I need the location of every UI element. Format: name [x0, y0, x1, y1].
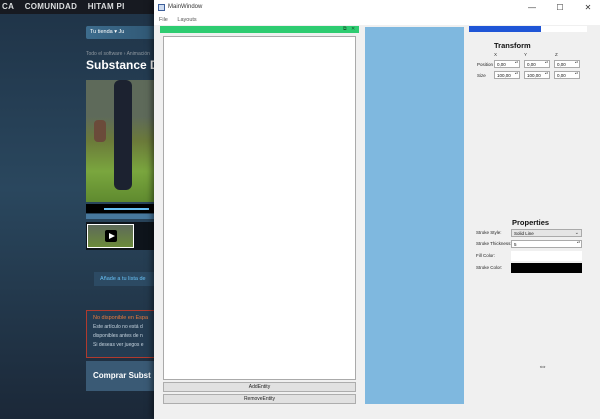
trailer-video[interactable] — [86, 80, 156, 202]
position-y-spinbox[interactable]: 0,00 — [524, 60, 550, 68]
inspector-dock-title-bar[interactable] — [469, 26, 587, 32]
add-to-wishlist-button[interactable]: Añade a tu lista de — [94, 272, 156, 286]
title-bar[interactable]: MainWindow — ☐ ✕ — [154, 0, 600, 16]
axis-label-z: Z — [555, 52, 558, 57]
size-label: Size — [477, 73, 486, 78]
transform-heading: Transform — [494, 41, 531, 50]
main-window: MainWindow — ☐ ✕ File Layouts ⧉ ✕ AddEnt… — [154, 0, 600, 419]
entity-list[interactable] — [163, 36, 356, 380]
axis-label-x: X — [494, 52, 498, 57]
fill-color-swatch[interactable] — [511, 251, 582, 261]
close-button[interactable]: ✕ — [578, 2, 598, 14]
scene-viewport[interactable] — [365, 27, 464, 404]
remove-entity-button[interactable]: RemoveEntity — [163, 394, 356, 404]
video-controls[interactable] — [86, 204, 156, 213]
menu-layouts[interactable]: Layouts — [177, 17, 196, 23]
volume-slider[interactable] — [104, 208, 149, 210]
app-icon — [158, 4, 165, 11]
stroke-thickness-spinbox[interactable]: 5 — [511, 240, 582, 248]
dock-title-highlight — [469, 26, 541, 32]
stroke-style-label: Stroke Style: — [476, 230, 502, 235]
play-icon — [105, 230, 117, 242]
nav-item-comunidad[interactable]: COMUNIDAD — [25, 2, 77, 11]
video-frame-dog — [94, 120, 106, 142]
nav-item-ca[interactable]: CA — [2, 2, 14, 11]
menu-bar: File Layouts — [154, 16, 600, 25]
close-icon[interactable]: ✕ — [351, 26, 355, 32]
window-title: MainWindow — [168, 4, 203, 10]
position-x-spinbox[interactable]: 0,00 — [494, 60, 520, 68]
media-thumbnail-strip[interactable] — [86, 222, 156, 250]
float-icon[interactable]: ⧉ — [343, 26, 347, 32]
axis-label-y: Y — [524, 52, 528, 57]
add-entity-button[interactable]: AddEntity — [163, 382, 356, 392]
size-z-spinbox[interactable]: 0,00 — [554, 71, 580, 79]
resize-cursor-icon: ⇔ — [538, 361, 547, 371]
buy-section-title: Comprar Subst — [86, 361, 156, 391]
stroke-color-label: Stroke Color: — [476, 265, 503, 270]
position-z-spinbox[interactable]: 0,00 — [554, 60, 580, 68]
size-y-spinbox[interactable]: 100,00 — [524, 71, 550, 79]
chevron-down-icon: ⌄ — [574, 230, 579, 236]
notice-line: Si deseas ver juegos e — [93, 342, 144, 348]
notice-line: disponibles antes de n — [93, 333, 143, 339]
region-notice: No disponible en Espa Este artículo no e… — [86, 310, 156, 358]
video-frame-person — [114, 80, 132, 190]
stroke-style-value: Solid Line — [514, 231, 534, 236]
entity-dock-title-bar[interactable]: ⧉ ✕ — [160, 26, 359, 33]
stroke-color-swatch[interactable] — [511, 263, 582, 273]
minimize-button[interactable]: — — [522, 2, 542, 14]
stroke-style-dropdown[interactable]: Solid Line ⌄ — [511, 229, 582, 237]
breadcrumb[interactable]: Todo el software › Animación — [86, 51, 150, 57]
position-label: Position — [477, 62, 494, 67]
properties-heading: Properties — [512, 218, 550, 227]
maximize-button[interactable]: ☐ — [550, 2, 570, 14]
size-x-spinbox[interactable]: 100,00 — [494, 71, 520, 79]
video-progress-bar[interactable] — [86, 214, 156, 219]
thumbnail-video[interactable] — [87, 224, 134, 248]
fill-color-label: Fill Color: — [476, 253, 496, 258]
nav-item-username[interactable]: HITAM PI — [88, 2, 125, 11]
menu-file[interactable]: File — [159, 17, 168, 23]
notice-line: Este artículo no está d — [93, 324, 143, 330]
notice-title: No disponible en Espa — [93, 315, 149, 321]
stroke-thickness-label: Stroke Thickness: — [476, 241, 512, 246]
